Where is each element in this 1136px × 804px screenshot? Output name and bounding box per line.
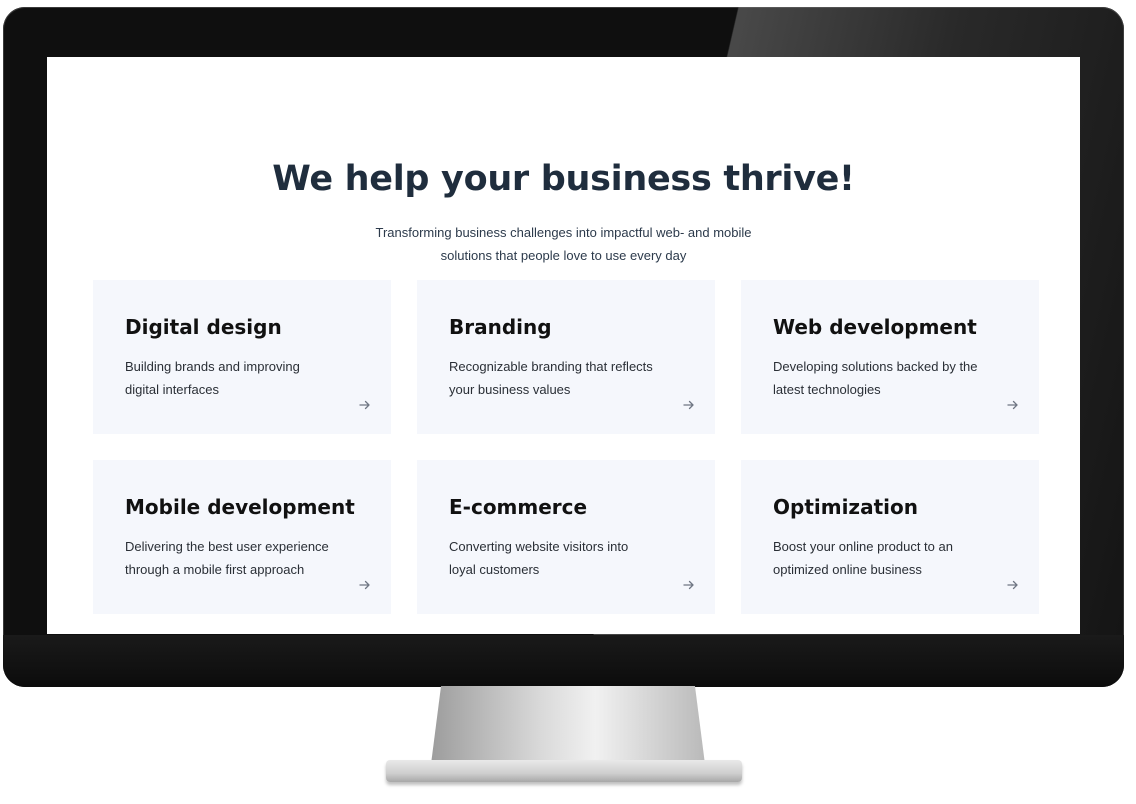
service-card-title: Optimization (773, 495, 918, 519)
arrow-right-icon[interactable] (683, 399, 695, 411)
monitor-chin (3, 635, 1124, 687)
service-card-digital-design[interactable]: Digital design Building brands and impro… (93, 280, 391, 434)
monitor-mockup: We help your business thrive! Transformi… (0, 0, 1136, 804)
service-card-web-development[interactable]: Web development Developing solutions bac… (741, 280, 1039, 434)
service-card-e-commerce[interactable]: E-commerce Converting website visitors i… (417, 460, 715, 614)
service-card-description: Building brands and improving digital int… (125, 359, 300, 397)
service-card-description: Boost your online product to an optimized… (773, 539, 953, 577)
arrow-right-icon[interactable] (1007, 399, 1019, 411)
hero-subtitle-line-2: solutions that people love to use every … (440, 248, 687, 263)
service-card-description: Recognizable branding that reflects your … (449, 359, 653, 397)
service-card-optimization[interactable]: Optimization Boost your online product t… (741, 460, 1039, 614)
service-card-title: Mobile development (125, 495, 355, 519)
arrow-right-icon[interactable] (1007, 579, 1019, 591)
service-card-title: E-commerce (449, 495, 588, 519)
arrow-right-icon[interactable] (359, 399, 371, 411)
service-card-description: Delivering the best user experience throu… (125, 539, 329, 577)
service-card-title: Digital design (125, 315, 282, 339)
service-card-description: Converting website visitors into loyal cu… (449, 539, 629, 577)
service-card-mobile-development[interactable]: Mobile development Delivering the best u… (93, 460, 391, 614)
arrow-right-icon[interactable] (359, 579, 371, 591)
monitor-screen: We help your business thrive! Transformi… (47, 57, 1080, 634)
hero-title: We help your business thrive! (272, 159, 855, 199)
service-card-branding[interactable]: Branding Recognizable branding that refl… (417, 280, 715, 434)
arrow-right-icon[interactable] (683, 579, 695, 591)
monitor-stand-base (386, 760, 742, 782)
hero-subtitle-line-1: Transforming business challenges into im… (375, 225, 752, 240)
hero-subtitle: Transforming business challenges into im… (47, 221, 1080, 267)
service-card-title: Web development (773, 315, 977, 339)
service-card-title: Branding (449, 315, 552, 339)
service-card-description: Developing solutions backed by the latest… (773, 359, 978, 397)
